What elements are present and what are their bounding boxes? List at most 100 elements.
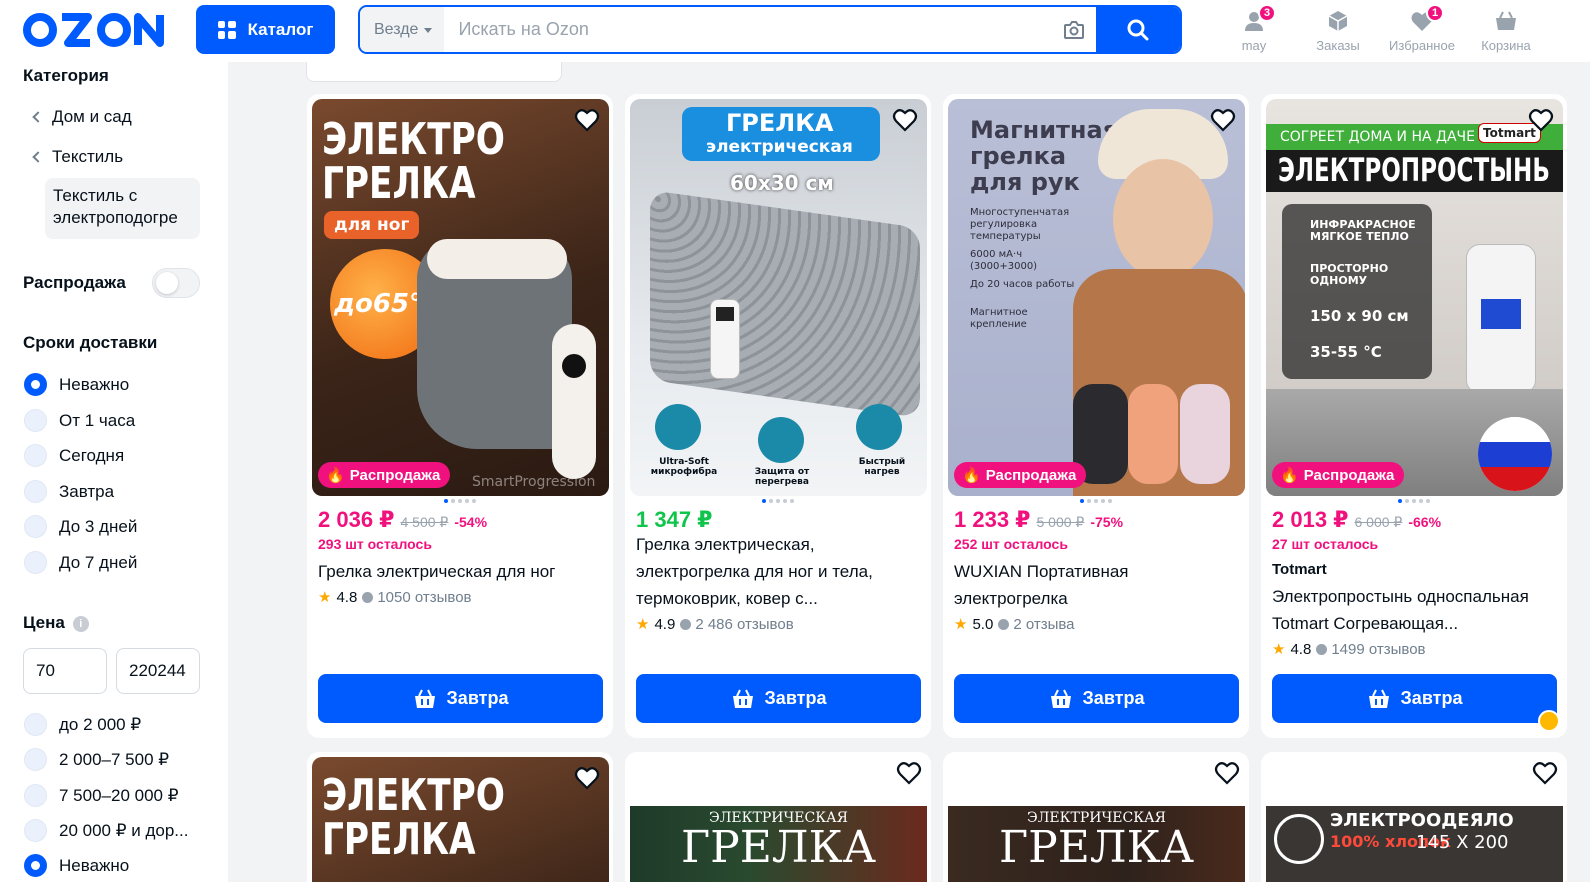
price-from-input[interactable]	[23, 648, 107, 694]
add-to-cart-button[interactable]: Завтра	[318, 674, 603, 723]
product-card[interactable]: Магнитная грелка для рук Многоступенчата…	[943, 94, 1249, 738]
product-card[interactable]: СОГРЕЕТ ДОМА И НА ДАЧЕ Totmart ЭЛЕКТРОПР…	[1261, 94, 1567, 738]
orders-link[interactable]: Заказы	[1296, 8, 1380, 53]
sort-dropdown[interactable]	[306, 62, 562, 82]
price-to-input[interactable]	[116, 648, 200, 694]
reviews[interactable]: 2 отзыва	[998, 616, 1075, 633]
assistant-icon[interactable]	[1538, 710, 1560, 732]
favorites-link[interactable]: 1 Избранное	[1380, 4, 1464, 53]
product-card[interactable]: ГРЕЛКА электрическая 60х30 см Ultra-Soft…	[625, 94, 931, 738]
favorite-toggle[interactable]	[573, 106, 601, 134]
product-image[interactable]: ЭЛЕКТРИЧЕСКАЯ ГРЕЛКА	[630, 806, 927, 882]
add-to-cart-button[interactable]: Завтра	[954, 674, 1239, 723]
buy-label: Завтра	[764, 688, 827, 708]
delivery-option[interactable]: Неважно	[24, 373, 129, 396]
breadcrumb-home-garden[interactable]: Дом и сад	[32, 107, 132, 127]
stock-left: 293 шт осталось	[318, 536, 432, 552]
favorite-toggle[interactable]	[573, 764, 601, 792]
cart-icon	[732, 689, 753, 708]
rating: ★ 5.0 2 отзыва	[954, 615, 1075, 634]
active-category[interactable]: Текстиль с электроподогре	[45, 178, 200, 239]
product-photo: ЭЛЕКТРО ГРЕЛКА	[312, 757, 609, 882]
breadcrumb-textile[interactable]: Текстиль	[32, 147, 124, 167]
price-option[interactable]: 20 000 ₽ и дор...	[24, 819, 188, 842]
product-card[interactable]: ЭЛЕКТРИЧЕСКАЯ ГРЕЛКА	[943, 752, 1249, 882]
reviews[interactable]: 1499 отзывов	[1316, 641, 1426, 658]
buy-label: Завтра	[1400, 688, 1463, 708]
favorite-toggle[interactable]	[1213, 759, 1241, 787]
delivery-option[interactable]: Сегодня	[24, 444, 124, 467]
favorite-toggle[interactable]	[895, 759, 923, 787]
reviews[interactable]: 1050 отзывов	[362, 589, 472, 606]
reviews[interactable]: 2 486 отзывов	[680, 616, 794, 633]
stock-left: 252 шт осталось	[954, 536, 1068, 552]
product-card[interactable]: ЭЛЕКТРО ГРЕЛКА для ног до65°С SmartProgr…	[307, 94, 613, 738]
image-carousel-dots[interactable]	[307, 499, 613, 503]
product-title[interactable]: Электропростынь односпальная Totmart Сог…	[1272, 583, 1558, 637]
price-option[interactable]: 7 500–20 000 ₽	[24, 784, 179, 807]
art-text: ГРЕЛКА	[322, 158, 476, 209]
search-input[interactable]	[444, 7, 1052, 52]
delivery-option[interactable]: Завтра	[24, 480, 114, 503]
catalog-button[interactable]: Каталог	[196, 5, 335, 54]
ozon-logo[interactable]	[22, 10, 168, 50]
sale-badge-label: Распродажа	[1303, 466, 1395, 484]
art-text: ЭЛЕКТРО	[322, 770, 505, 821]
product-image[interactable]: СОГРЕЕТ ДОМА И НА ДАЧЕ Totmart ЭЛЕКТРОПР…	[1266, 99, 1563, 496]
search-scope-dropdown[interactable]: Везде	[360, 7, 445, 52]
image-carousel-dots[interactable]	[625, 499, 931, 503]
price-line: 2 013 ₽ 6 000 ₽ -66%	[1272, 507, 1441, 533]
sale-toggle[interactable]	[152, 268, 200, 298]
breadcrumb-label: Текстиль	[52, 147, 124, 166]
favorite-toggle[interactable]	[891, 106, 919, 134]
product-title[interactable]: Грелка электрическая для ног	[318, 558, 604, 585]
image-carousel-dots[interactable]	[1261, 499, 1567, 503]
favorite-toggle[interactable]	[1209, 106, 1237, 134]
product-card[interactable]: ЭЛЕКТРООДЕЯЛО 100% хлопок 145 Х 200	[1261, 752, 1567, 882]
product-image[interactable]: ЭЛЕКТРО ГРЕЛКА	[312, 757, 609, 882]
delivery-option[interactable]: От 1 часа	[24, 409, 135, 432]
camera-search-button[interactable]	[1052, 7, 1096, 52]
product-card[interactable]: ЭЛЕКТРИЧЕСКАЯ ГРЕЛКА	[625, 752, 931, 882]
product-image[interactable]: ЭЛЕКТРО ГРЕЛКА для ног до65°С SmartProgr…	[312, 99, 609, 496]
price-option[interactable]: 2 000–7 500 ₽	[24, 748, 169, 771]
rating-value: 4.8	[336, 588, 358, 606]
art-text: ГРЕЛКА	[999, 822, 1194, 873]
delivery-option-label: Завтра	[59, 481, 115, 501]
product-image[interactable]: ЭЛЕКТРООДЕЯЛО 100% хлопок 145 Х 200	[1266, 806, 1563, 882]
info-icon[interactable]: i	[72, 615, 89, 632]
delivery-option[interactable]: До 7 дней	[24, 551, 137, 574]
price-option-label: до 2 000 ₽	[59, 714, 142, 734]
favorite-toggle[interactable]	[1531, 759, 1559, 787]
product-image[interactable]: ЭЛЕКТРИЧЕСКАЯ ГРЕЛКА	[948, 806, 1245, 882]
product-photo: СОГРЕЕТ ДОМА И НА ДАЧЕ Totmart ЭЛЕКТРОПР…	[1266, 99, 1563, 496]
price-option[interactable]: до 2 000 ₽	[24, 713, 141, 736]
current-price: 2 036 ₽	[318, 507, 395, 532]
brand-name[interactable]: Totmart	[1272, 561, 1327, 578]
add-to-cart-button[interactable]: Завтра	[636, 674, 921, 723]
radio	[24, 551, 47, 574]
product-image[interactable]: ГРЕЛКА электрическая 60х30 см Ultra-Soft…	[630, 99, 927, 496]
search-submit-button[interactable]	[1096, 7, 1180, 52]
delivery-option[interactable]: До 3 дней	[24, 515, 137, 538]
product-title[interactable]: WUXIAN Портативная электрогрелка	[954, 558, 1240, 612]
profile-label: may	[1241, 38, 1267, 53]
price-heading-label: Цена	[23, 613, 65, 632]
product-card[interactable]: ЭЛЕКТРО ГРЕЛКА	[307, 752, 613, 882]
radio	[24, 819, 47, 842]
art-text: 6000 мА·ч (3000+3000)	[970, 249, 1038, 272]
option-any[interactable]: Неважно	[24, 854, 129, 877]
brand-seal	[1274, 814, 1324, 864]
radio	[24, 444, 47, 467]
product-image[interactable]: Магнитная грелка для рук Многоступенчата…	[948, 99, 1245, 496]
add-to-cart-button[interactable]: Завтра	[1272, 674, 1557, 723]
image-carousel-dots[interactable]	[943, 499, 1249, 503]
product-title[interactable]: Грелка электрическая, электрогрелка для …	[636, 531, 922, 612]
profile-link[interactable]: 3 may	[1212, 4, 1296, 53]
favorites-label: Избранное	[1389, 38, 1455, 53]
camera-icon	[1064, 20, 1084, 39]
heart-outline-icon	[574, 109, 600, 132]
favorite-toggle[interactable]	[1527, 106, 1555, 134]
cart-link[interactable]: Корзина	[1464, 8, 1548, 53]
art-text: ЭЛЕКТРОПРОСТЫНЬ	[1278, 151, 1550, 189]
